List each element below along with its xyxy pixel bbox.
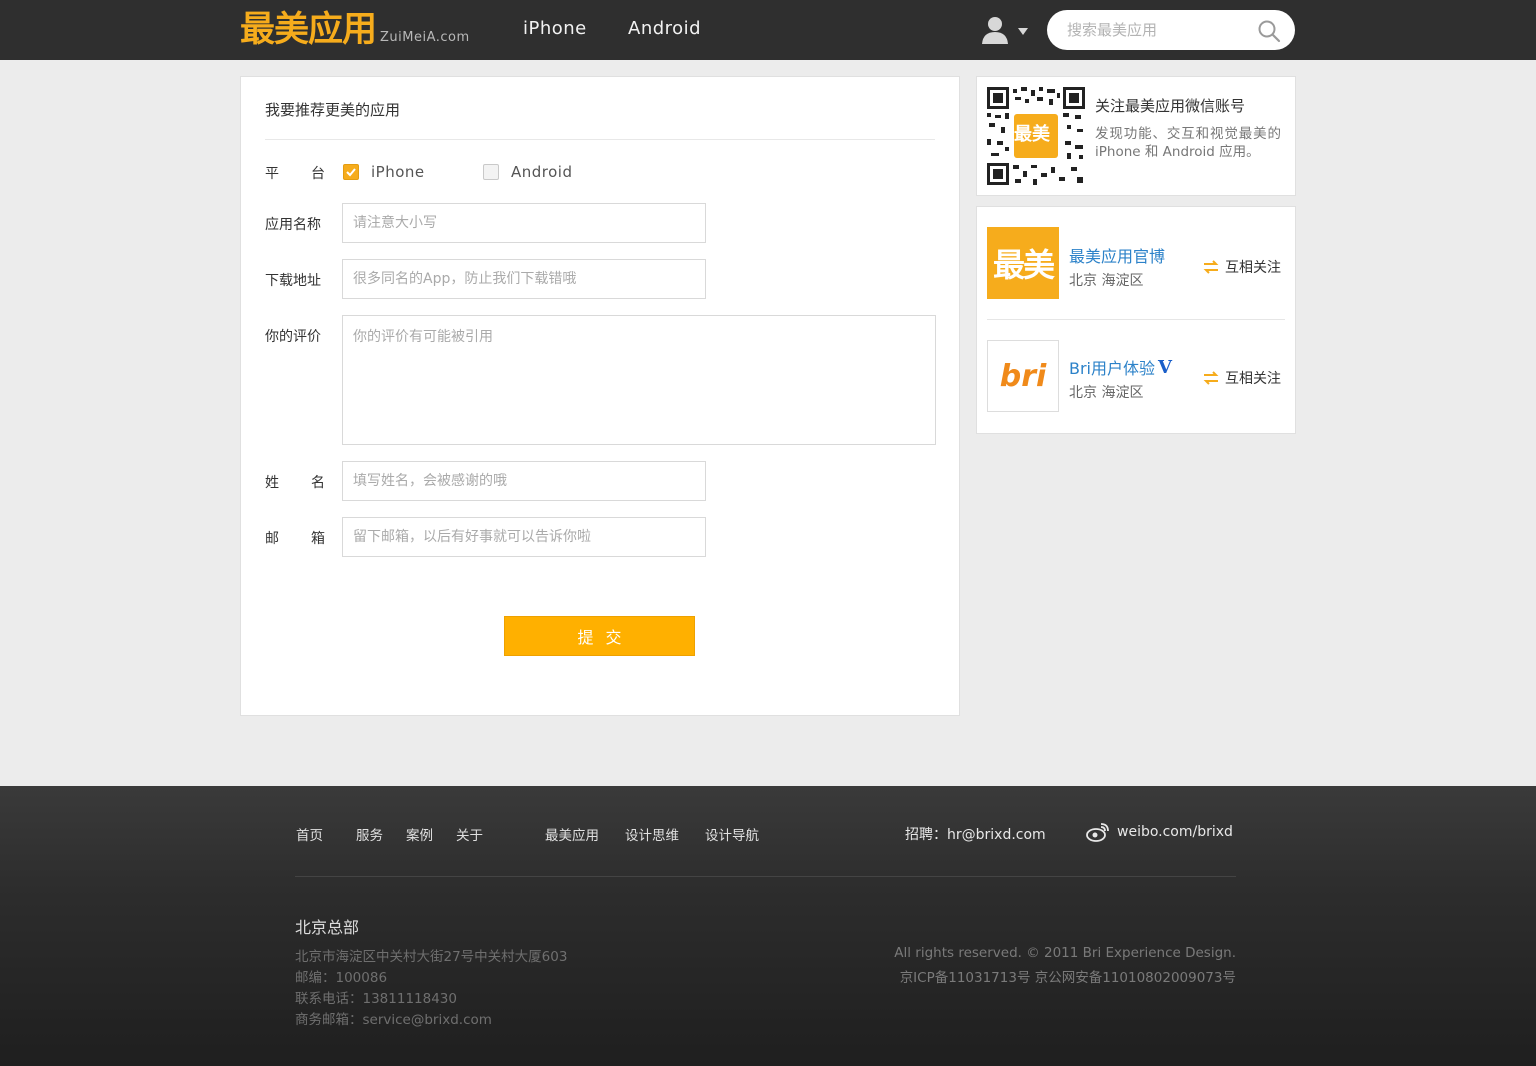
review-label: 你的评价 (265, 329, 321, 345)
footer-divider (295, 876, 1236, 877)
nav-android[interactable]: Android (628, 18, 701, 39)
user-menu[interactable] (982, 16, 1032, 46)
footer-link-cases[interactable]: 案例 (406, 824, 433, 844)
divider (987, 319, 1285, 320)
recruit-email[interactable]: 招聘：hr@brixd.com (905, 824, 1046, 844)
search-input[interactable] (1067, 19, 1257, 41)
platform-android-checkbox[interactable]: Android (483, 163, 573, 181)
name-label: 姓名 (265, 475, 325, 491)
footer-link-about[interactable]: 关于 (456, 824, 483, 844)
mutual-follow-button[interactable]: 互相关注 (1202, 257, 1281, 277)
weibo-name-bri[interactable]: Bri用户体验 V (1069, 355, 1172, 379)
wechat-description: 发现功能、交互和视觉最美的 iPhone 和 Android 应用。 (1095, 126, 1281, 160)
recommend-form: 我要推荐更美的应用 平台 iPhone Android 应用名称 下载地址 你的… (240, 76, 960, 716)
search-icon[interactable] (1257, 19, 1281, 43)
form-title: 我要推荐更美的应用 (265, 101, 401, 119)
zuimei-avatar[interactable]: 最美 (987, 227, 1059, 299)
weibo-card: 最美 最美应用官博 北京 海淀区 互相关注 bri Bri用户体验 V 北京 海… (976, 206, 1296, 434)
site-logo[interactable]: 最美应用 ZuiMeiA.com (240, 8, 470, 52)
weibo-location: 北京 海淀区 (1069, 385, 1144, 401)
download-url-input[interactable] (342, 259, 706, 299)
copyright: All rights reserved. © 2011 Bri Experien… (894, 945, 1236, 961)
hq-title: 北京总部 (295, 918, 360, 937)
footer-link-zuimei[interactable]: 最美应用 (545, 824, 599, 844)
bri-avatar[interactable]: bri (987, 340, 1059, 412)
checkbox-checked-icon (343, 164, 359, 180)
footer-link-design-nav[interactable]: 设计导航 (705, 824, 759, 844)
footer-link-design-thinking[interactable]: 设计思维 (625, 824, 679, 844)
address-line: 北京市海淀区中关村大街27号中关村大厦603 (295, 949, 568, 965)
wechat-title: 关注最美应用微信账号 (1095, 97, 1246, 115)
footer-link-home[interactable]: 首页 (296, 824, 323, 844)
chevron-down-icon (1018, 28, 1028, 35)
platform-label: 平台 (265, 166, 325, 182)
logo-chinese: 最美应用 (240, 10, 377, 50)
user-icon (982, 17, 1028, 44)
nav-iphone[interactable]: iPhone (523, 18, 587, 39)
checkbox-unchecked-icon (483, 164, 499, 180)
weibo-location: 北京 海淀区 (1069, 273, 1144, 289)
download-url-label: 下载地址 (265, 273, 321, 289)
review-textarea[interactable] (342, 315, 936, 445)
icp-license: 京ICP备11031713号 京公网安备11010802009073号 (899, 970, 1236, 986)
app-name-input[interactable] (342, 203, 706, 243)
top-navbar: 最美应用 ZuiMeiA.com iPhone Android (0, 0, 1536, 60)
wechat-card: 最美 关注最美应用微信账号 发现功能、交互和视觉最美的 iPhone 和 And… (976, 76, 1296, 196)
weibo-icon (1086, 823, 1109, 842)
postcode-line: 邮编：100086 (295, 970, 388, 986)
email-label: 邮箱 (265, 531, 325, 547)
footer-link-service[interactable]: 服务 (356, 824, 383, 844)
divider (265, 139, 935, 140)
weibo-link[interactable]: weibo.com/brixd (1117, 824, 1233, 840)
app-name-label: 应用名称 (265, 217, 321, 233)
submit-button[interactable]: 提交 (504, 616, 695, 656)
business-email-line: 商务邮箱：service@brixd.com (295, 1012, 492, 1028)
footer: 首页 服务 案例 关于 最美应用 设计思维 设计导航 招聘：hr@brixd.c… (0, 786, 1536, 1066)
mutual-follow-button[interactable]: 互相关注 (1202, 368, 1281, 388)
verified-v-icon: V (1158, 356, 1172, 378)
name-input[interactable] (342, 461, 706, 501)
mutual-follow-icon (1203, 371, 1219, 385)
weibo-name-zuimei[interactable]: 最美应用官博 (1069, 243, 1165, 267)
search-box (1047, 10, 1295, 50)
mutual-follow-icon (1203, 260, 1219, 274)
email-input[interactable] (342, 517, 706, 557)
phone-line: 联系电话：13811118430 (295, 991, 457, 1007)
platform-iphone-checkbox[interactable]: iPhone (343, 163, 425, 181)
logo-english: ZuiMeiA.com (380, 30, 470, 45)
